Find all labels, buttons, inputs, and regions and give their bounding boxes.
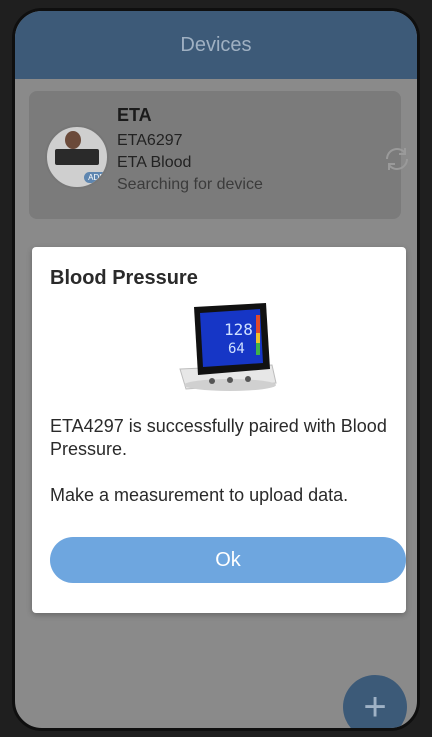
device-type: ETA Blood — [117, 154, 192, 171]
device-badge: ADD — [84, 172, 107, 183]
device-name: ETA — [117, 105, 152, 125]
diastolic-reading: 64 — [228, 341, 245, 357]
add-device-button[interactable]: + — [343, 675, 407, 729]
dialog-title: Blood Pressure — [50, 267, 198, 289]
systolic-reading: 128 — [224, 320, 253, 339]
phone-frame: Devices ADD ETA ETA6297 ETA Blood Search… — [12, 8, 420, 731]
paired-message: ETA4297 is successfully paired with Bloo… — [50, 416, 387, 459]
device-info: ETA ETA6297 ETA Blood Searching for devi… — [117, 105, 263, 196]
device-thumbnail: ADD — [45, 125, 109, 189]
measurement-message: Make a measurement to upload data. — [50, 485, 349, 505]
monitor-screen-icon — [55, 149, 99, 165]
device-model: ETA6297 — [117, 132, 183, 149]
blood-pressure-monitor-image: 128 64 — [179, 303, 277, 391]
add-icon: + — [363, 685, 387, 729]
dialog-message: ETA4297 is successfully paired with Bloo… — [50, 415, 394, 530]
device-card[interactable]: ADD ETA ETA6297 ETA Blood Searching for … — [29, 91, 408, 219]
person-icon — [65, 131, 81, 149]
device-status: Searching for device — [117, 176, 263, 193]
pairing-dialog: Blood Pressure 128 64 ETA4297 is success… — [32, 247, 406, 613]
app-bar: Devices — [15, 11, 417, 79]
ok-button[interactable]: Ok — [50, 537, 406, 583]
page-title: Devices — [180, 33, 252, 56]
sync-icon[interactable] — [381, 143, 413, 175]
ok-button-label: Ok — [215, 548, 241, 571]
